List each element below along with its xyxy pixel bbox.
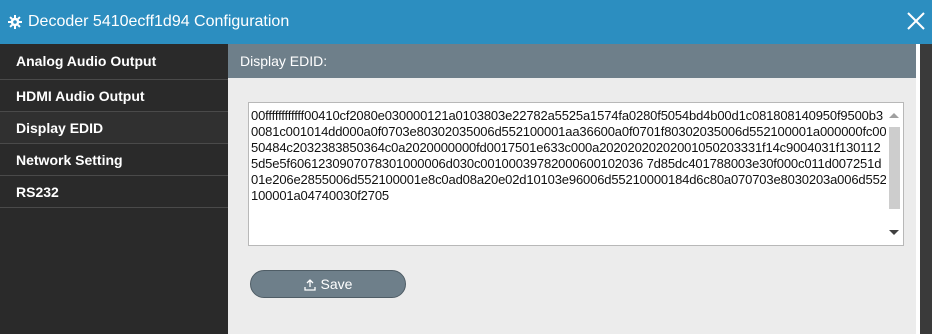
close-icon[interactable] bbox=[902, 6, 930, 36]
scroll-up-icon[interactable] bbox=[889, 113, 899, 118]
sidebar-item-label: Analog Audio Output bbox=[16, 53, 157, 69]
edid-value[interactable]: 00ffffffffffff00410cf2080e030000121a0103… bbox=[251, 108, 887, 204]
sidebar-item-label: RS232 bbox=[16, 184, 59, 200]
section-title: Display EDID: bbox=[228, 44, 920, 78]
sidebar-item-analog-audio-output[interactable]: Analog Audio Output bbox=[0, 44, 228, 80]
sidebar: Analog Audio Output HDMI Audio Output Di… bbox=[0, 44, 228, 334]
sidebar-item-display-edid[interactable]: Display EDID bbox=[0, 112, 228, 144]
scrollbar-thumb[interactable] bbox=[889, 127, 900, 209]
gear-icon bbox=[8, 15, 22, 29]
window-edge bbox=[920, 44, 932, 334]
window-title: Decoder 5410ecff1d94 Configuration bbox=[28, 13, 290, 30]
title-bar: Decoder 5410ecff1d94 Configuration bbox=[0, 0, 932, 44]
sidebar-item-rs232[interactable]: RS232 bbox=[0, 176, 228, 208]
sidebar-item-label: Network Setting bbox=[16, 152, 123, 168]
sidebar-item-network-setting[interactable]: Network Setting bbox=[0, 144, 228, 176]
save-button-label: Save bbox=[320, 276, 353, 292]
save-button[interactable]: Save bbox=[250, 270, 406, 298]
sidebar-item-hdmi-audio-output[interactable]: HDMI Audio Output bbox=[0, 80, 228, 112]
scroll-down-icon[interactable] bbox=[889, 230, 899, 235]
main-panel: Display EDID: 00ffffffffffff00410cf2080e… bbox=[228, 44, 920, 334]
sidebar-item-label: HDMI Audio Output bbox=[16, 88, 145, 104]
edid-textarea[interactable]: 00ffffffffffff00410cf2080e030000121a0103… bbox=[248, 102, 904, 246]
scrollbar[interactable] bbox=[886, 103, 903, 245]
sidebar-item-label: Display EDID bbox=[16, 120, 104, 136]
upload-icon bbox=[303, 278, 316, 291]
